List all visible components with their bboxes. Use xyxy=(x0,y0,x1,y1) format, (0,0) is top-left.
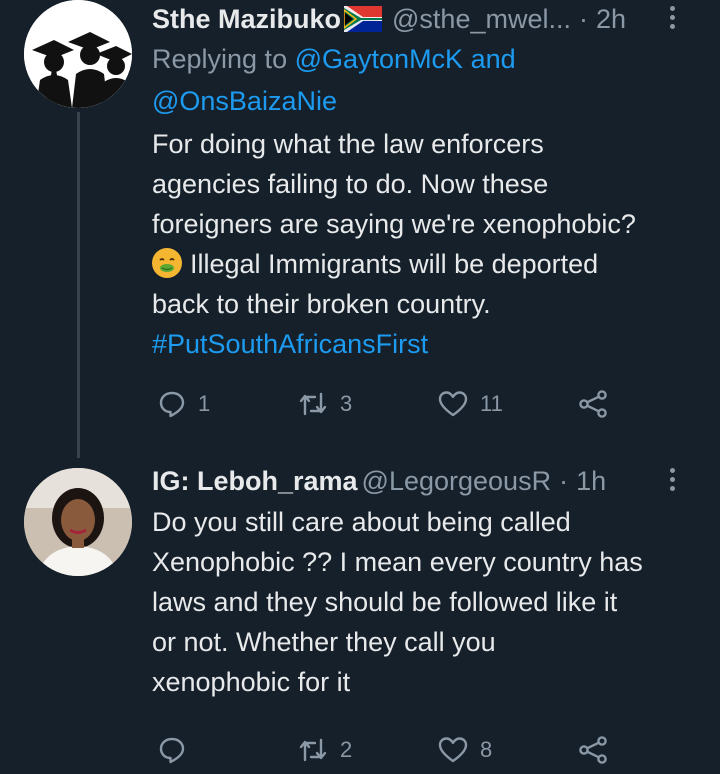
like-count: 11 xyxy=(480,391,503,416)
mention-link[interactable]: @GaytonMcK xyxy=(295,44,463,74)
replying-prefix: Replying to xyxy=(152,44,288,74)
retweet-button[interactable]: 3 xyxy=(298,384,352,424)
timestamp[interactable]: 1h xyxy=(576,466,606,497)
display-name[interactable]: Sthe Mazibuko xyxy=(152,4,341,35)
tweet-text-line: or not. Whether they call you xyxy=(152,627,496,657)
profile-photo-image xyxy=(24,468,132,576)
more-options-icon[interactable] xyxy=(668,6,676,34)
tweet-header: IG: Leboh_rama @LegorgeousR · 1h xyxy=(152,462,706,500)
avatar[interactable] xyxy=(24,468,132,576)
like-count: 8 xyxy=(480,737,493,762)
heart-icon xyxy=(438,391,468,417)
avatar[interactable] xyxy=(24,0,132,108)
graduates-silhouette-image xyxy=(24,0,132,108)
tweet-text-line: Illegal Immigrants will be deported xyxy=(152,244,706,284)
heart-icon xyxy=(438,737,468,763)
tweet-text-line: laws and they should be followed like it xyxy=(152,587,618,617)
south-africa-flag-icon xyxy=(344,6,383,32)
tweet-text: For doing what the law enforcers agencie… xyxy=(152,124,706,364)
tweet-text-line: Do you still care about being called xyxy=(152,507,571,537)
tweet-header: Sthe Mazibuko @sthe_mwel... · 2h xyxy=(152,0,706,38)
tweet-text: Do you still care about being called Xen… xyxy=(152,502,706,702)
tweet-text-line: agencies failing to do. Now these xyxy=(152,169,549,199)
tweet-actions: 1 3 11 xyxy=(152,384,712,424)
tweet-actions: 2 8 xyxy=(152,730,712,770)
separator-dot: · xyxy=(578,3,588,34)
display-name[interactable]: IG: Leboh_rama xyxy=(152,466,358,497)
retweet-count: 2 xyxy=(340,737,353,762)
retweet-icon xyxy=(299,392,327,416)
retweet-icon xyxy=(299,738,327,762)
tweet-text-line: For doing what the law enforcers xyxy=(152,129,544,159)
separator-dot: · xyxy=(559,465,569,496)
more-options-icon[interactable] xyxy=(668,468,676,496)
timestamp[interactable]: 2h xyxy=(596,4,626,35)
nauseated-face-emoji-icon xyxy=(152,248,182,278)
replying-to: Replying to @GaytonMcK and @OnsBaizaNie xyxy=(152,38,706,122)
like-button[interactable]: 11 xyxy=(438,384,503,424)
reply-count: 1 xyxy=(198,391,211,416)
share-button[interactable] xyxy=(578,384,608,424)
tweet-text-line: back to their broken country. xyxy=(152,289,491,319)
tweet-text-segment: Illegal Immigrants will be deported xyxy=(190,249,599,279)
user-handle[interactable]: @LegorgeousR xyxy=(362,466,552,497)
share-icon xyxy=(579,390,607,418)
retweet-button[interactable]: 2 xyxy=(298,730,352,770)
tweet-2[interactable]: IG: Leboh_rama @LegorgeousR · 1h Do you … xyxy=(0,452,720,774)
tweet-text-line: xenophobic for it xyxy=(152,667,351,697)
tweet-1[interactable]: Sthe Mazibuko @sthe_mwel... · 2h Replyin… xyxy=(0,0,720,458)
reply-button[interactable] xyxy=(158,730,198,770)
reply-icon xyxy=(159,391,185,418)
thread-line xyxy=(77,112,80,458)
share-button[interactable] xyxy=(578,730,608,770)
share-icon xyxy=(579,736,607,764)
tweet-text-line: foreigners are saying we're xenophobic? xyxy=(152,209,636,239)
retweet-count: 3 xyxy=(340,391,353,416)
tweet-text-line: Xenophobic ?? I mean every country has xyxy=(152,547,643,577)
like-button[interactable]: 8 xyxy=(438,730,492,770)
mention-link[interactable]: @OnsBaizaNie xyxy=(152,86,337,116)
hashtag-link[interactable]: #PutSouthAfricansFirst xyxy=(152,324,706,364)
user-handle[interactable]: @sthe_mwel... xyxy=(392,4,571,35)
replying-and[interactable]: and xyxy=(471,44,516,74)
reply-icon xyxy=(159,737,185,764)
reply-button[interactable]: 1 xyxy=(158,384,210,424)
